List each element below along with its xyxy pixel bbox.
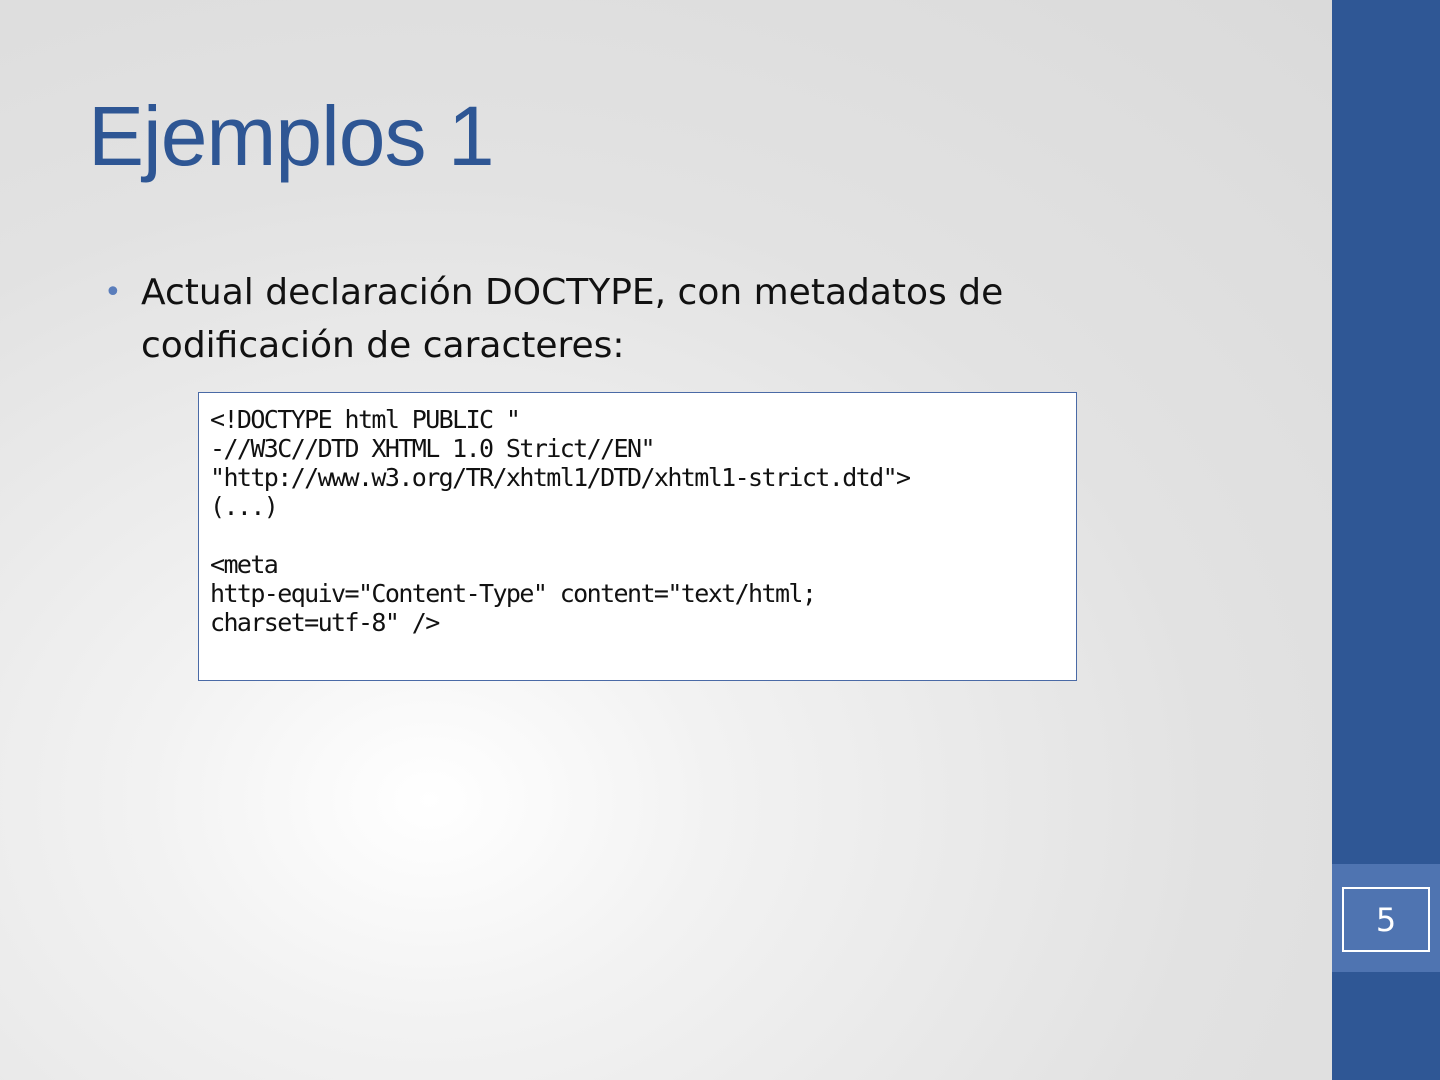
- slide-title: Ejemplos 1: [88, 89, 495, 183]
- bullet-item: • Actual declaración DOCTYPE, con metada…: [102, 266, 1102, 372]
- code-snippet-image: <!DOCTYPE html PUBLIC " -//W3C//DTD XHTM…: [198, 392, 1077, 681]
- page-number: 5: [1342, 887, 1430, 952]
- bullet-dot-icon: •: [104, 275, 122, 310]
- bullet-list: • Actual declaración DOCTYPE, con metada…: [102, 266, 1102, 372]
- code-snippet-text: <!DOCTYPE html PUBLIC " -//W3C//DTD XHTM…: [210, 405, 911, 637]
- bullet-text: Actual declaración DOCTYPE, con metadato…: [141, 272, 1004, 366]
